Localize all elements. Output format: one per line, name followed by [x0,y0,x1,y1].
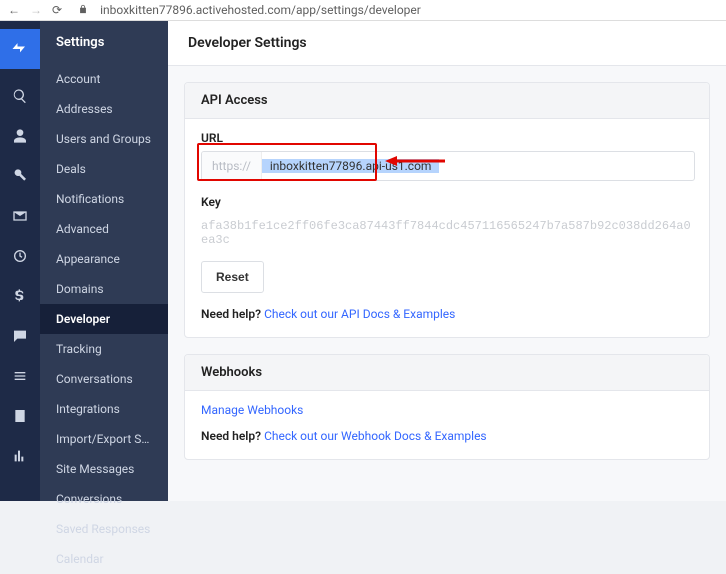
list-icon[interactable] [0,363,40,389]
api-access-panel: API Access URL https:// inboxkitten77896… [184,82,710,338]
settings-sidebar: Settings AccountAddressesUsers and Group… [40,21,168,501]
lock-icon [78,3,88,17]
api-help: Need help? Check out our API Docs & Exam… [201,307,693,321]
sidebar-item-calendar[interactable]: Calendar [40,544,168,574]
url-prefix: https:// [202,152,262,180]
app-logo[interactable] [0,29,40,69]
sidebar-item-conversations[interactable]: Conversations [40,364,168,394]
sidebar-item-users-and-groups[interactable]: Users and Groups [40,124,168,154]
address-bar[interactable]: inboxkitten77896.activehosted.com/app/se… [100,3,421,17]
money-icon[interactable] [0,283,40,309]
search-icon[interactable] [0,83,40,109]
webhook-help: Need help? Check out our Webhook Docs & … [201,429,693,443]
key-label: Key [201,195,693,209]
api-docs-link[interactable]: Check out our API Docs & Examples [264,307,455,321]
webhooks-title: Webhooks [185,355,709,391]
nav-rail [0,21,40,501]
main-content: Developer Settings API Access URL https:… [168,21,726,501]
sidebar-title: Settings [40,21,168,64]
sidebar-item-developer[interactable]: Developer [40,304,168,334]
url-label: URL [201,131,693,145]
reports-icon[interactable] [0,443,40,469]
sidebar-item-saved-responses[interactable]: Saved Responses [40,514,168,544]
sidebar-item-advanced[interactable]: Advanced [40,214,168,244]
forward-icon[interactable]: → [30,3,42,17]
manage-webhooks-link[interactable]: Manage Webhooks [201,403,693,417]
sidebar-item-tracking[interactable]: Tracking [40,334,168,364]
sidebar-item-site-messages[interactable]: Site Messages [40,454,168,484]
webhooks-panel: Webhooks Manage Webhooks Need help? Chec… [184,354,710,460]
sidebar-item-integrations[interactable]: Integrations [40,394,168,424]
sidebar-item-notifications[interactable]: Notifications [40,184,168,214]
page-title: Developer Settings [168,21,726,66]
sidebar-item-deals[interactable]: Deals [40,154,168,184]
sidebar-item-import-export-status[interactable]: Import/Export Status [40,424,168,454]
browser-bar: ← → ⟳ inboxkitten77896.activehosted.com/… [0,0,726,21]
mail-icon[interactable] [0,203,40,229]
api-key-value[interactable]: afa38b1fe1ce2ff06fe3ca87443ff7844cdc4571… [201,215,693,247]
url-value: inboxkitten77896.api-us1.com [262,159,440,173]
sidebar-item-addresses[interactable]: Addresses [40,94,168,124]
reload-icon[interactable]: ⟳ [52,3,62,17]
sidebar-item-appearance[interactable]: Appearance [40,244,168,274]
sidebar-item-domains[interactable]: Domains [40,274,168,304]
webhook-docs-link[interactable]: Check out our Webhook Docs & Examples [264,429,487,443]
back-icon[interactable]: ← [8,3,20,17]
deals-icon[interactable] [0,163,40,189]
sidebar-item-conversions[interactable]: Conversions [40,484,168,514]
sidebar-item-account[interactable]: Account [40,64,168,94]
automation-icon[interactable] [0,243,40,269]
form-icon[interactable] [0,403,40,429]
api-url-input[interactable]: https:// inboxkitten77896.api-us1.com [201,151,695,181]
chat-icon[interactable] [0,323,40,349]
reset-button[interactable]: Reset [201,261,264,293]
api-access-title: API Access [185,83,709,119]
contacts-icon[interactable] [0,123,40,149]
